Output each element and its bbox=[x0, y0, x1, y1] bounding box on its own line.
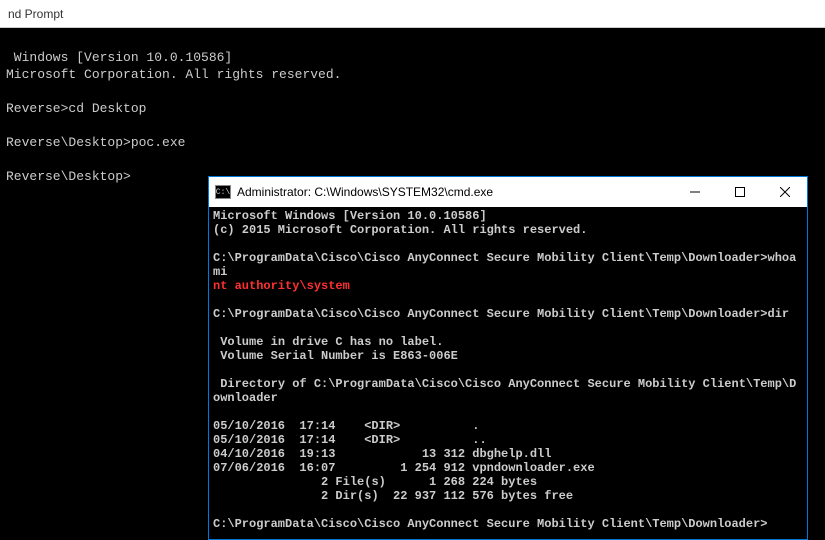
terminal-line: Microsoft Corporation. All rights reserv… bbox=[6, 67, 341, 82]
terminal-line: Windows [Version 10.0.10586] bbox=[6, 50, 232, 65]
whoami-output: nt authority\system bbox=[213, 279, 350, 293]
terminal-prompt: C:\ProgramData\Cisco\Cisco AnyConnect Se… bbox=[213, 307, 768, 321]
outer-window-title: nd Prompt bbox=[8, 7, 63, 21]
terminal-prompt: C:\ProgramData\Cisco\Cisco AnyConnect Se… bbox=[213, 251, 768, 265]
terminal-command: poc.exe bbox=[131, 135, 186, 150]
inner-window-title: Administrator: C:\Windows\SYSTEM32\cmd.e… bbox=[237, 185, 672, 199]
dir-entry: 05/10/2016 17:14 <DIR> . bbox=[213, 419, 479, 433]
terminal-line: Volume Serial Number is E863-006E bbox=[213, 349, 458, 363]
inner-window-titlebar[interactable]: C:\ Administrator: C:\Windows\SYSTEM32\c… bbox=[209, 177, 807, 207]
terminal-command: dir bbox=[768, 307, 790, 321]
terminal-prompt: Reverse\Desktop> bbox=[6, 169, 131, 184]
outer-terminal-body[interactable]: Windows [Version 10.0.10586] Microsoft C… bbox=[0, 28, 825, 189]
terminal-line: Volume in drive C has no label. bbox=[213, 335, 443, 349]
minimize-button[interactable] bbox=[672, 177, 717, 207]
terminal-prompt: Reverse> bbox=[6, 101, 68, 116]
minimize-icon bbox=[690, 187, 700, 197]
terminal-prompt: C:\ProgramData\Cisco\Cisco AnyConnect Se… bbox=[213, 517, 768, 531]
inner-cmd-window[interactable]: C:\ Administrator: C:\Windows\SYSTEM32\c… bbox=[208, 176, 808, 540]
dir-summary: 2 Dir(s) 22 937 112 576 bytes free bbox=[213, 489, 573, 503]
dir-entry: 07/06/2016 16:07 1 254 912 vpndownloader… bbox=[213, 461, 595, 475]
window-controls bbox=[672, 177, 807, 207]
cmd-icon: C:\ bbox=[215, 185, 231, 199]
dir-entry: 04/10/2016 19:13 13 312 dbghelp.dll bbox=[213, 447, 551, 461]
dir-entry: 05/10/2016 17:14 <DIR> .. bbox=[213, 433, 487, 447]
close-button[interactable] bbox=[762, 177, 807, 207]
close-icon bbox=[780, 187, 790, 197]
outer-window-titlebar[interactable]: nd Prompt bbox=[0, 0, 825, 28]
terminal-command: cd Desktop bbox=[68, 101, 146, 116]
terminal-prompt: Reverse\Desktop> bbox=[6, 135, 131, 150]
dir-summary: 2 File(s) 1 268 224 bytes bbox=[213, 475, 537, 489]
maximize-button[interactable] bbox=[717, 177, 762, 207]
inner-terminal-body[interactable]: Microsoft Windows [Version 10.0.10586] (… bbox=[209, 207, 807, 539]
terminal-line: Directory of C:\ProgramData\Cisco\Cisco … bbox=[213, 377, 796, 405]
terminal-line: Microsoft Windows [Version 10.0.10586] bbox=[213, 209, 487, 223]
terminal-line: (c) 2015 Microsoft Corporation. All righ… bbox=[213, 223, 587, 237]
maximize-icon bbox=[735, 187, 745, 197]
